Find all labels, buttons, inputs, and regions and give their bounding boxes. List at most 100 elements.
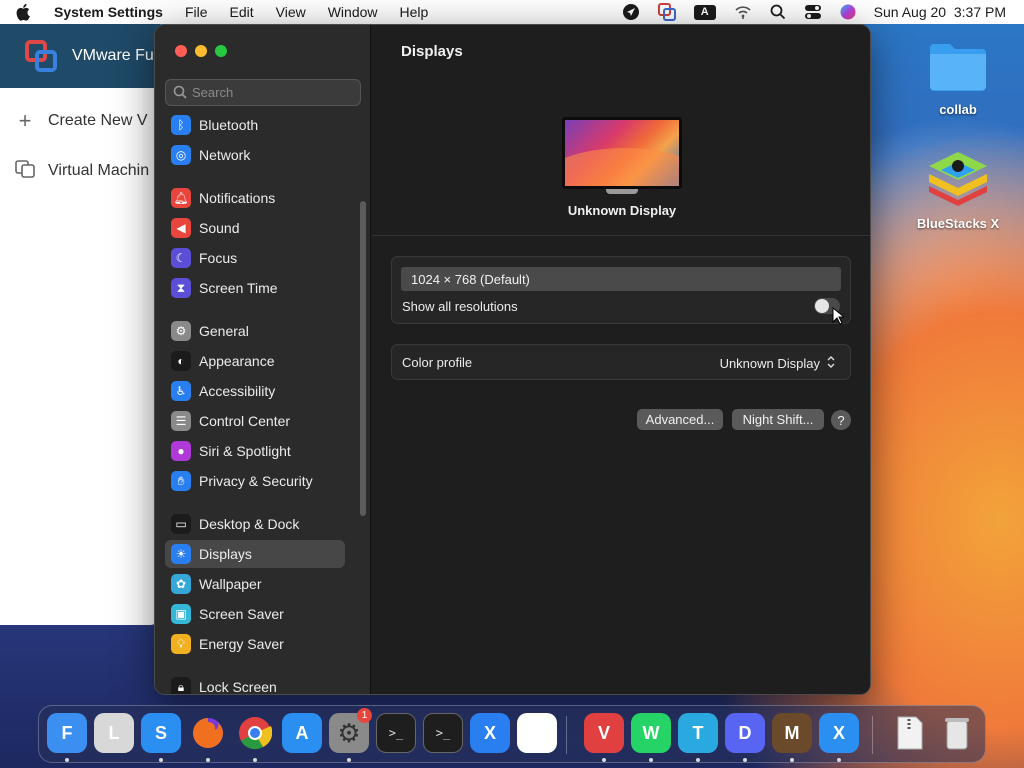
menu-window[interactable]: Window [328,4,378,20]
discord-icon[interactable]: D [725,713,765,753]
trash-icon[interactable] [937,713,977,753]
vm-library-icon [14,158,36,184]
sidebar-item-bluetooth[interactable]: ᛒ Bluetooth [165,111,345,139]
sidebar-item-label: General [199,323,249,339]
settings-window: Search ᛒ Bluetooth ◎ Network 🔔︎ Notificatio… [154,24,871,695]
sidebar-item-general[interactable]: ⚙ General [165,317,345,345]
resolution-option[interactable]: 1024 × 768 (Default) [401,267,841,291]
running-indicator [743,758,747,762]
resolution-group: 1024 × 768 (Default) Show all resolution… [391,256,851,325]
color-profile-value: Unknown Display [719,356,820,371]
bulb-icon: 💡︎ [171,634,191,654]
folder-icon [928,38,988,94]
sidebar-item-label: Screen Time [199,280,278,296]
running-indicator [253,758,257,762]
sidebar-item-label: Screen Saver [199,606,284,622]
desktop-icon-collab[interactable]: collab [913,38,1003,117]
console-icon[interactable]: >_ [376,713,416,753]
sidebar-item-desktop-dock[interactable]: ▭ Desktop & Dock [165,510,345,538]
telegram-icon[interactable]: T [678,713,718,753]
search-placeholder: Search [192,85,234,100]
sidebar-item-appearance[interactable]: ◐ Appearance [165,347,345,375]
sidebar-item-energy-saver[interactable]: 💡︎ Energy Saver [165,630,345,658]
vmware-status-icon[interactable] [657,3,676,21]
sidebar-item-control-center[interactable]: ☰ Control Center [165,407,345,435]
accessibility-icon: ♿︎ [171,381,191,401]
display-thumbnail-icon[interactable] [562,117,682,189]
sidebar-scrollbar[interactable] [360,201,366,516]
appearance-icon: ◐ [171,351,191,371]
dock-icon: ▭ [171,514,191,534]
vmware-title: VMware Fu [72,47,154,64]
xcode-icon[interactable]: X [470,713,510,753]
minecraft-icon[interactable]: M [772,713,812,753]
zoom-button[interactable] [215,45,227,57]
control-center-icon[interactable] [804,4,822,20]
app-store-icon[interactable]: A [282,713,322,753]
flower-icon: ✿ [171,574,191,594]
close-button[interactable] [175,45,187,57]
color-profile-select[interactable]: Unknown Display [720,355,836,372]
firefox-icon[interactable] [188,713,228,753]
bell-icon: 🔔︎ [171,188,191,208]
running-indicator [65,758,69,762]
sidebar-item-sound[interactable]: ◀︎ Sound [165,214,345,242]
sidebar-item-notifications[interactable]: 🔔︎ Notifications [165,184,345,212]
sidebar-item-label: Bluetooth [199,117,259,133]
sidebar-item-wallpaper[interactable]: ✿ Wallpaper [165,570,345,598]
sidebar-item-label: Desktop & Dock [199,516,300,532]
running-indicator [206,758,210,762]
sidebar-item-screen-time[interactable]: ⧗ Screen Time [165,274,345,302]
create-new-vm-item[interactable]: + Create New V [0,96,160,146]
menu-file[interactable]: File [185,4,208,20]
sidebar-item-accessibility[interactable]: ♿︎ Accessibility [165,377,345,405]
location-icon[interactable] [622,3,640,21]
siri-icon: ● [171,441,191,461]
help-button[interactable]: ? [831,410,851,430]
running-indicator [837,758,841,762]
running-indicator [790,758,794,762]
mouse-cursor-icon [832,306,846,330]
zip-icon[interactable] [890,713,930,753]
apple-menu-icon[interactable] [16,0,38,24]
sidebar-item-network[interactable]: ◎ Network [165,141,345,169]
safari-icon[interactable]: S [141,713,181,753]
sidebar-item-label: Appearance [199,353,275,369]
displays-pane: Displays Unknown Display 1024 × 768 (Def… [372,25,870,694]
terminal-icon[interactable]: >_ [423,713,463,753]
search-input[interactable]: Search [165,79,361,106]
siri-icon[interactable] [840,4,856,20]
sidebar-item-privacy-security[interactable]: ✋︎ Privacy & Security [165,467,345,495]
sidebar-item-displays[interactable]: ☀ Displays [165,540,345,568]
minimize-button[interactable] [195,45,207,57]
menu-view[interactable]: View [276,4,306,20]
menu-help[interactable]: Help [400,4,429,20]
menu-edit[interactable]: Edit [230,4,254,20]
wifi-off-icon[interactable] [734,4,752,20]
finder-icon[interactable]: F [47,713,87,753]
desktop-icon-bluestacks[interactable]: BlueStacks X [913,148,1003,231]
vmware-icon[interactable]: V [584,713,624,753]
chrome-icon[interactable] [235,713,275,753]
notification-badge: 1 [357,708,372,723]
bluetooth-icon: ᛒ [171,115,191,135]
sidebar-item-focus[interactable]: ☾ Focus [165,244,345,272]
plus-icon: + [18,108,32,133]
sidebar-item-label: Energy Saver [199,636,284,652]
virtual-machines-item[interactable]: Virtual Machin [0,146,160,196]
night-shift-button[interactable]: Night Shift... [732,409,824,430]
sidebar-item-siri-spotlight[interactable]: ● Siri & Spotlight [165,437,345,465]
advanced-button[interactable]: Advanced... [637,409,723,430]
vscode-icon[interactable]: V [517,713,557,753]
sidebar-item-label: Notifications [199,190,276,206]
hand-icon: ✋︎ [171,471,191,491]
launchpad-icon[interactable]: L [94,713,134,753]
whatsapp-icon[interactable]: W [631,713,671,753]
sidebar-item-screen-saver[interactable]: ▣ Screen Saver [165,600,345,628]
clock[interactable]: Sun Aug 20 3:37 PM [874,4,1006,20]
input-source-icon[interactable]: A [693,4,716,20]
spotlight-search-icon[interactable] [770,4,786,20]
xcode-icon[interactable]: X [819,713,859,753]
sidebar-item-lock-screen[interactable]: 🔒︎ Lock Screen [165,673,345,694]
app-menu[interactable]: System Settings [54,4,163,20]
